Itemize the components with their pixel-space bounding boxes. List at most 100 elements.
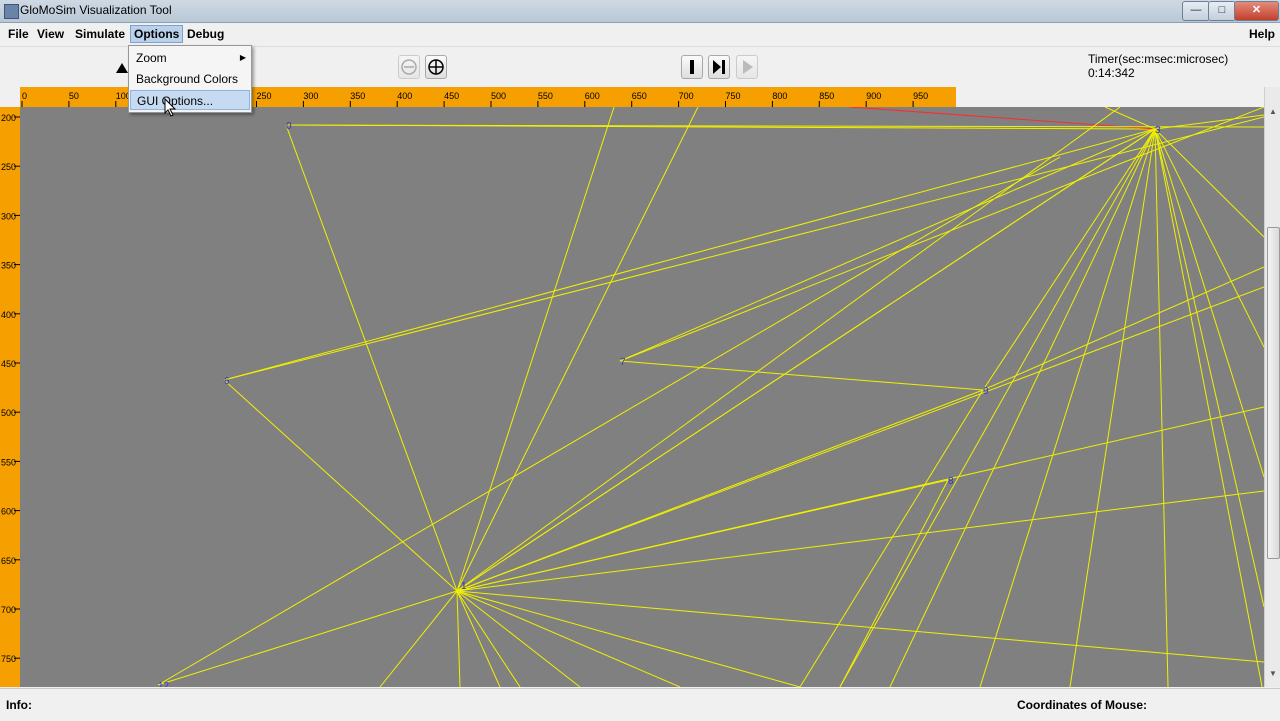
ruler-x-label: 450	[444, 91, 459, 101]
vertical-scrollbar[interactable]: ▲ ▼	[1264, 87, 1280, 687]
ruler-x-label: 750	[726, 91, 741, 101]
menu-gui-options[interactable]: GUI Options...	[130, 90, 250, 110]
play-icon	[743, 60, 753, 74]
network-link	[1154, 128, 1264, 608]
ruler-y-label: 300	[1, 211, 16, 221]
close-button[interactable]: ✕	[1234, 1, 1279, 21]
ruler-x-label: 650	[632, 91, 647, 101]
ruler-x-label: 250	[257, 91, 272, 101]
ruler-x-label: 50	[69, 91, 79, 101]
ruler-y-label: 700	[1, 605, 16, 615]
network-link	[619, 128, 1156, 362]
ruler-x-label: 850	[819, 91, 834, 101]
ruler-x-label: 350	[350, 91, 365, 101]
ruler-y-label: 550	[1, 457, 16, 467]
node-label[interactable]: 6	[224, 376, 230, 387]
ruler-x-label: 900	[866, 91, 881, 101]
ruler-x-label: 600	[585, 91, 600, 101]
menu-simulate[interactable]: Simulate	[72, 26, 128, 42]
network-canvas[interactable]: 0 1 3 6 7 8 9 12	[20, 107, 1264, 687]
pause-button[interactable]	[681, 55, 703, 79]
maximize-button[interactable]: □	[1208, 1, 1236, 21]
network-link	[456, 590, 581, 687]
network-link	[157, 156, 1061, 686]
network-link	[982, 266, 1264, 391]
menu-options[interactable]: Options	[130, 25, 184, 43]
zoom-out-icon	[401, 59, 417, 75]
pause-icon	[690, 60, 694, 74]
ruler-y-label: 400	[1, 310, 16, 320]
network-link	[223, 116, 1264, 381]
node-label[interactable]: 0	[286, 121, 292, 132]
ruler-x-label: 300	[303, 91, 318, 101]
scroll-thumb[interactable]	[1267, 227, 1280, 559]
menu-background-colors[interactable]: Background Colors	[130, 69, 250, 89]
zoom-in-button[interactable]	[425, 55, 447, 79]
ruler-y-label: 600	[1, 507, 16, 517]
network-link	[1154, 128, 1264, 238]
menu-zoom-label: Zoom	[136, 51, 167, 65]
network-link	[456, 590, 801, 687]
timer-value: 0:14:342	[1088, 66, 1135, 80]
ruler-x-label: 400	[397, 91, 412, 101]
node-label[interactable]: 7	[620, 357, 626, 368]
menu-file[interactable]: File	[5, 26, 32, 42]
window-title: GloMoSim Visualization Tool	[20, 3, 172, 17]
node-label[interactable]: 8	[948, 476, 954, 487]
network-link	[456, 107, 699, 592]
network-link	[456, 590, 461, 687]
minimize-button[interactable]: —	[1182, 1, 1210, 21]
ruler-x-label: 950	[913, 91, 928, 101]
ruler-y-label: 350	[1, 261, 16, 271]
menu-view[interactable]: View	[34, 26, 67, 42]
ruler-y-label: 500	[1, 408, 16, 418]
mouse-coords-label: Coordinates of Mouse:	[1017, 698, 1148, 712]
node-label[interactable]: 3	[1155, 125, 1161, 136]
network-link	[456, 490, 1264, 592]
zoom-out-button[interactable]	[398, 55, 420, 79]
network-link	[979, 128, 1156, 687]
zoom-in-icon	[428, 59, 444, 75]
scroll-up-icon[interactable]: ▲	[1267, 107, 1279, 121]
menu-debug[interactable]: Debug	[184, 26, 227, 42]
network-link	[889, 128, 1156, 687]
ruler-y-label: 450	[1, 359, 16, 369]
status-bar: Info: Coordinates of Mouse:	[0, 688, 1280, 721]
network-link	[223, 128, 1156, 381]
network-link	[456, 590, 521, 687]
network-link	[456, 406, 1264, 592]
network-link	[799, 389, 984, 687]
title-bar: GloMoSim Visualization Tool — □ ✕	[0, 0, 1280, 23]
mouse-cursor-icon	[164, 98, 177, 117]
node-label[interactable]: 1	[461, 581, 467, 592]
play-button[interactable]	[736, 55, 758, 79]
network-link	[379, 590, 458, 687]
menu-bar: File View Simulate Options Debug Help	[0, 23, 1280, 45]
menu-help[interactable]: Help	[1246, 26, 1278, 42]
ruler-y-label: 200	[1, 113, 16, 123]
info-label: Info:	[6, 698, 32, 712]
vertical-ruler: 200 250 300 350 400 450 500 550 600 650 700 750	[0, 107, 20, 687]
options-menu: Zoom ▶ Background Colors GUI Options...	[128, 45, 252, 113]
network-link	[1154, 128, 1169, 687]
scroll-down-icon[interactable]: ▼	[1267, 669, 1279, 683]
node-label[interactable]: 9	[983, 386, 989, 397]
network-link	[1154, 128, 1263, 687]
ruler-x-label: 0	[22, 91, 27, 101]
network-link	[157, 590, 458, 686]
timer-label: Timer(sec:msec:microsec)	[1088, 52, 1229, 66]
app-icon	[4, 4, 19, 19]
network-link	[456, 590, 681, 687]
ruler-x-label: 700	[679, 91, 694, 101]
ruler-y-label: 250	[1, 162, 16, 172]
network-link	[619, 360, 984, 391]
step-button[interactable]	[708, 55, 730, 79]
network-link	[849, 107, 1156, 130]
node-label[interactable]: 12	[158, 681, 170, 687]
submenu-arrow-icon: ▶	[239, 53, 246, 62]
menu-zoom[interactable]: Zoom ▶	[130, 48, 250, 68]
network-link	[1069, 128, 1156, 687]
network-link	[456, 590, 501, 687]
ruler-x-label: 550	[538, 91, 553, 101]
ruler-x-label: 500	[491, 91, 506, 101]
